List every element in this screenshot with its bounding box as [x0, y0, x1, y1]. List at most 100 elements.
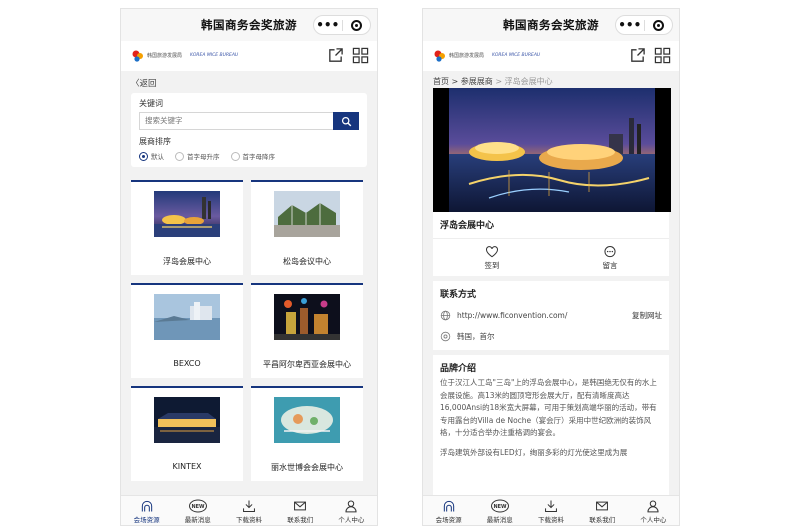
- venue-card[interactable]: KINTEX: [131, 386, 243, 481]
- venue-photo-bexco: [154, 294, 220, 340]
- venue-photo-floating-island: [154, 191, 220, 237]
- grid-menu-icon[interactable]: [654, 47, 671, 64]
- copy-url-button[interactable]: 复制网址: [632, 310, 662, 321]
- search-icon: [341, 116, 352, 127]
- venue-hero-image: [433, 88, 671, 212]
- svg-text:NEW: NEW: [191, 504, 205, 510]
- new-badge-icon: NEW: [490, 499, 509, 513]
- sort-default-radio[interactable]: 默认: [139, 151, 164, 161]
- venue-photo-songdo: [274, 191, 340, 237]
- breadcrumb-home[interactable]: 首页: [433, 77, 449, 86]
- close-target-icon[interactable]: [343, 19, 371, 31]
- mini-program-titlebar: 韩国商务会奖旅游 •••: [121, 9, 377, 41]
- breadcrumb: 首页 > 参展展商 > 浮岛会展中心: [433, 77, 553, 86]
- venue-photo-yeosu: [274, 397, 340, 443]
- app-title: 韩国商务会奖旅游: [201, 18, 297, 32]
- mail-icon: [293, 499, 307, 513]
- mail-icon: [595, 499, 609, 513]
- sort-desc-radio[interactable]: 首字母降序: [230, 151, 275, 161]
- venue-detail-screen: 韩国商务会奖旅游 ••• 韩国旅游发展局 KOREA MICE BUREAU 首…: [422, 8, 680, 526]
- venue-name: KINTEX: [172, 462, 202, 471]
- user-icon: [646, 499, 660, 513]
- chat-icon: [603, 245, 617, 259]
- sort-asc-radio[interactable]: 首字母升序: [175, 151, 220, 161]
- venue-icon: [140, 499, 154, 513]
- tab-news[interactable]: NEW 最新消息: [474, 496, 525, 525]
- brand-header: 韩国旅游发展局 KOREA MICE BUREAU: [423, 41, 679, 71]
- tab-downloads[interactable]: 下载资料: [223, 496, 274, 525]
- venue-name: BEXCO: [173, 359, 201, 368]
- more-icon[interactable]: •••: [616, 16, 644, 34]
- more-icon[interactable]: •••: [314, 16, 342, 34]
- venue-card[interactable]: 松岛会议中心: [251, 180, 363, 275]
- back-button[interactable]: 〈返回: [121, 71, 377, 89]
- tab-news[interactable]: NEW 最新消息: [172, 496, 223, 525]
- heart-icon: [485, 245, 499, 259]
- checkin-button[interactable]: 签到: [462, 245, 522, 271]
- venue-card[interactable]: 平昌阿尔卑西亚会展中心: [251, 283, 363, 378]
- venue-summary: 浮岛会展中心 签到 留言: [433, 212, 669, 276]
- share-icon[interactable]: [629, 47, 646, 64]
- venue-photo-kintex: [154, 397, 220, 443]
- venue-card[interactable]: 丽水世博会会展中心: [251, 386, 363, 481]
- tab-profile[interactable]: 个人中心: [628, 496, 679, 525]
- venue-name: 浮岛会展中心: [163, 257, 211, 266]
- breadcrumb-current: 浮岛会展中心: [504, 77, 553, 86]
- capsule-menu: •••: [313, 15, 371, 35]
- message-button[interactable]: 留言: [580, 245, 640, 271]
- svg-text:NEW: NEW: [493, 504, 507, 510]
- new-badge-icon: NEW: [188, 499, 207, 513]
- tab-venues[interactable]: 会场资源: [121, 496, 172, 525]
- close-target-icon[interactable]: [645, 19, 673, 31]
- brand-intro-paragraph: 位于汉江人工岛"三岛"上的浮岛会展中心，是韩国绝无仅有的水上会展设施。高13米的…: [440, 378, 657, 437]
- tab-profile[interactable]: 个人中心: [326, 496, 377, 525]
- website-url[interactable]: http://www.ficonvention.com/: [457, 311, 632, 320]
- brand-intro-paragraph-2: 浮岛建筑外部设有LED灯，绚丽多彩的灯光使这里成为展: [440, 447, 628, 457]
- location-icon: [440, 331, 451, 342]
- download-icon: [242, 499, 256, 513]
- venue-photo-alpensia: [274, 294, 340, 340]
- app-title: 韩国商务会奖旅游: [503, 18, 599, 32]
- location-text: 韩国，首尔: [457, 332, 495, 341]
- search-button[interactable]: [333, 112, 359, 130]
- website-row: http://www.ficonvention.com/ 复制网址: [433, 305, 669, 326]
- mini-program-titlebar: 韩国商务会奖旅游 •••: [423, 9, 679, 41]
- venue-card[interactable]: 浮岛会展中心: [131, 180, 243, 275]
- korea-tourism-logo-icon: [433, 49, 447, 63]
- share-icon[interactable]: [327, 47, 344, 64]
- tab-contact[interactable]: 联系我们: [275, 496, 326, 525]
- venue-card[interactable]: BEXCO: [131, 283, 243, 378]
- venue-name: 松岛会议中心: [283, 257, 331, 266]
- keyword-label: 关键词: [139, 99, 163, 108]
- download-icon: [544, 499, 558, 513]
- tab-contact[interactable]: 联系我们: [577, 496, 628, 525]
- search-input[interactable]: [139, 112, 333, 130]
- sort-label: 展商排序: [139, 137, 171, 146]
- contact-section: 联系方式 http://www.ficonvention.com/ 复制网址 韩…: [433, 281, 669, 350]
- tab-venues[interactable]: 会场资源: [423, 496, 474, 525]
- floating-island-night-photo: [449, 88, 655, 212]
- location-row: 韩国，首尔: [433, 326, 669, 347]
- globe-icon: [440, 310, 451, 321]
- venue-list-screen: 韩国商务会奖旅游 ••• 韩国旅游发展局 KOREA MICE BUREAU 〈…: [120, 8, 378, 526]
- user-icon: [344, 499, 358, 513]
- venue-title: 浮岛会展中心: [440, 221, 495, 231]
- contact-title: 联系方式: [440, 290, 477, 300]
- logo-text-en: KOREA MICE BUREAU: [190, 53, 239, 58]
- venue-icon: [442, 499, 456, 513]
- venue-name: 丽水世博会会展中心: [271, 463, 343, 472]
- grid-menu-icon[interactable]: [352, 47, 369, 64]
- breadcrumb-exhibitors[interactable]: 参展展商: [461, 77, 493, 86]
- brand-intro-title: 品牌介绍: [440, 364, 477, 374]
- logo-text-en: KOREA MICE BUREAU: [492, 53, 541, 58]
- logo-text-cn: 韩国旅游发展局: [449, 53, 485, 59]
- filter-panel: 关键词 展商排序 默认 首字母升序 首字母降序: [131, 93, 367, 167]
- venue-name: 平昌阿尔卑西亚会展中心: [263, 360, 351, 369]
- bottom-tabbar: 会场资源 NEW 最新消息 下载资料 联系我们 个人中心: [423, 495, 679, 525]
- tab-downloads[interactable]: 下载资料: [525, 496, 576, 525]
- korea-tourism-logo-icon: [131, 49, 145, 63]
- capsule-menu: •••: [615, 15, 673, 35]
- sort-options: 默认 首字母升序 首字母降序: [139, 151, 359, 161]
- logo-text-cn: 韩国旅游发展局: [147, 53, 183, 59]
- brand-header: 韩国旅游发展局 KOREA MICE BUREAU: [121, 41, 377, 71]
